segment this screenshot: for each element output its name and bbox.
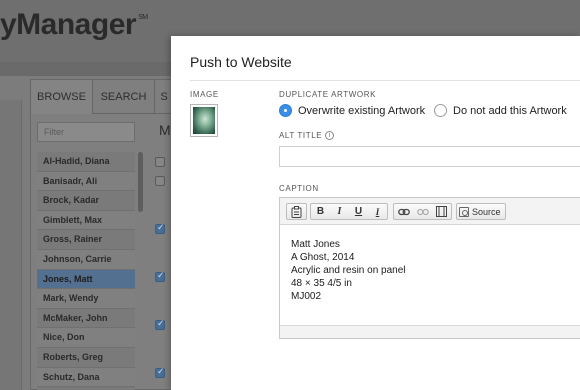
radio-do-not-add[interactable]: Do not add this Artwork [434, 104, 567, 117]
underline-button[interactable]: U [349, 204, 368, 219]
radio-overwrite-label: Overwrite existing Artwork [298, 104, 426, 117]
dialog-title: Push to Website [190, 54, 292, 70]
info-icon[interactable]: i [325, 131, 335, 141]
divider [190, 80, 580, 81]
link-group [393, 203, 452, 220]
tab-browse[interactable]: BROWSE [31, 80, 93, 114]
push-to-website-dialog: Push to Website IMAGE DUPLICATE ARTWORK … [171, 36, 580, 390]
browse-panel: BROWSE SEARCH S Filter M Al-Hadid, Diana… [30, 79, 173, 390]
paste-group [286, 203, 307, 220]
artist-list-item[interactable]: Banisadr, Ali [37, 171, 135, 192]
row-checkbox[interactable] [155, 176, 165, 186]
radio-selected-icon[interactable] [279, 104, 292, 117]
caption-label: CAPTION [279, 184, 319, 193]
caption-editor[interactable]: B I U I Source Matt Jones A Ghost, 2014 … [279, 197, 580, 339]
alt-title-input[interactable] [279, 146, 580, 167]
media-icon[interactable] [432, 204, 451, 219]
alt-title-label: ALT TITLE i [279, 131, 335, 141]
caption-line: MJ002 [291, 291, 322, 302]
source-button[interactable]: Source [456, 203, 506, 220]
image-label: IMAGE [190, 90, 219, 99]
artist-list-item[interactable]: Brock, Kadar [37, 191, 135, 211]
unlink-icon[interactable] [413, 204, 432, 219]
editor-toolbar: B I U I Source [280, 198, 580, 225]
row-checkbox-checked[interactable] [155, 318, 165, 330]
source-label: Source [472, 206, 501, 217]
caption-content[interactable]: Matt Jones A Ghost, 2014 Acrylic and res… [291, 238, 406, 303]
row-checkbox-checked[interactable] [155, 222, 165, 234]
artist-list-item[interactable]: Al-Hadid, Diana [37, 152, 135, 172]
caption-line: 48 × 35 4/5 in [291, 278, 352, 289]
radio-unselected-icon[interactable] [434, 104, 447, 117]
artist-list-item[interactable]: Gimblett, Max [37, 210, 135, 231]
list-scrollbar[interactable] [138, 152, 143, 212]
panel-tabs: BROWSE SEARCH S [31, 80, 173, 114]
artist-list-item[interactable]: Johnson, Carrie [37, 249, 135, 270]
clear-format-button[interactable]: I [368, 204, 387, 219]
artist-list-item[interactable]: McMaker, John [37, 308, 135, 329]
duplicate-artwork-label: DUPLICATE ARTWORK [279, 90, 377, 99]
radio-overwrite[interactable]: Overwrite existing Artwork [279, 104, 425, 117]
artist-list-item[interactable]: Jones, Matt [37, 269, 135, 290]
main-heading: M [159, 122, 171, 138]
artwork-thumbnail[interactable] [190, 104, 218, 137]
italic-button[interactable]: I [330, 204, 349, 219]
caption-line: Matt Jones [291, 239, 340, 250]
artist-list-item[interactable]: Nice, Don [37, 328, 135, 348]
artist-list-item[interactable]: Roberts, Greg [37, 347, 135, 368]
artwork-image [193, 107, 215, 134]
row-checkbox-checked[interactable] [155, 270, 165, 282]
artist-list-item[interactable]: Mark, Wendy [37, 289, 135, 309]
source-icon [459, 206, 469, 217]
caption-line: A Ghost, 2014 [291, 252, 355, 263]
link-icon[interactable] [394, 204, 413, 219]
app-logo: yManager SM [0, 8, 148, 41]
left-nav-strip [0, 100, 22, 390]
bold-button[interactable]: B [311, 204, 330, 219]
artist-list-item[interactable]: Gross, Rainer [37, 230, 135, 250]
row-checkbox-checked[interactable] [155, 366, 165, 378]
radio-do-not-add-label: Do not add this Artwork [453, 104, 567, 117]
format-group: B I U I [310, 203, 388, 220]
artist-list: Al-Hadid, Diana Banisadr, Ali Brock, Kadar… [37, 152, 135, 390]
editor-statusbar [280, 325, 580, 338]
tab-search[interactable]: SEARCH [93, 80, 155, 114]
caption-line: Acrylic and resin on panel [291, 265, 406, 276]
artist-list-item[interactable]: Schutz, Dana [37, 367, 135, 388]
filter-input[interactable]: Filter [37, 122, 135, 142]
row-checkbox[interactable] [155, 157, 165, 167]
paste-icon[interactable] [287, 204, 306, 219]
